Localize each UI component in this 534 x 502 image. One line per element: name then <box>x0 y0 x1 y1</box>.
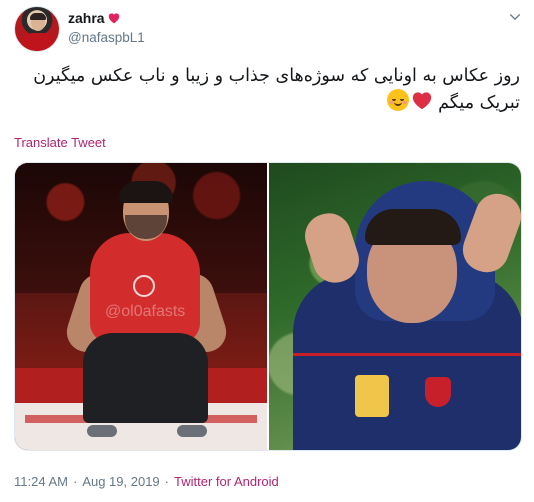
avatar[interactable] <box>14 6 60 52</box>
tweet-text-line-1: روز عکاس به اونایی که سوژه‌های جذاب و زی… <box>33 66 520 86</box>
name-row: zahra <box>68 10 121 26</box>
photo-2[interactable] <box>269 163 521 450</box>
chevron-down-icon[interactable] <box>508 10 522 24</box>
separator-dot: · <box>72 474 78 489</box>
tweet-text-line-2-words: تبریک میگم <box>438 93 520 113</box>
photo-1[interactable]: @ol0afasts <box>15 163 267 450</box>
tweet-date[interactable]: Aug 19, 2019 <box>82 474 159 489</box>
translate-tweet-link[interactable]: Translate Tweet <box>14 135 106 150</box>
tweet-source-link[interactable]: Twitter for Android <box>174 474 279 489</box>
tweet-footer: 11:24 AM · Aug 19, 2019 · Twitter for An… <box>14 474 279 489</box>
media-grid: @ol0afasts <box>14 162 522 451</box>
user-handle[interactable]: @nafaspbL1 <box>68 30 145 45</box>
display-name[interactable]: zahra <box>68 10 105 26</box>
tweet-card: zahra @nafaspbL1 روز عکاس به اونایی که س… <box>0 0 534 502</box>
tweet-text-line-2: تبریک میگم <box>14 89 520 116</box>
photo-1-watermark: @ol0afasts <box>105 303 186 320</box>
tweet-time[interactable]: 11:24 AM <box>14 474 68 489</box>
avatar-hair <box>30 13 46 20</box>
tweet-text: روز عکاس به اونایی که سوژه‌های جذاب و زی… <box>14 64 520 116</box>
heart-icon <box>107 11 121 26</box>
emoji-group <box>386 89 433 111</box>
red-heart-icon <box>412 92 431 110</box>
separator-dot: · <box>164 474 170 489</box>
avatar-shirt <box>21 33 55 51</box>
relieved-face-icon <box>386 89 409 111</box>
